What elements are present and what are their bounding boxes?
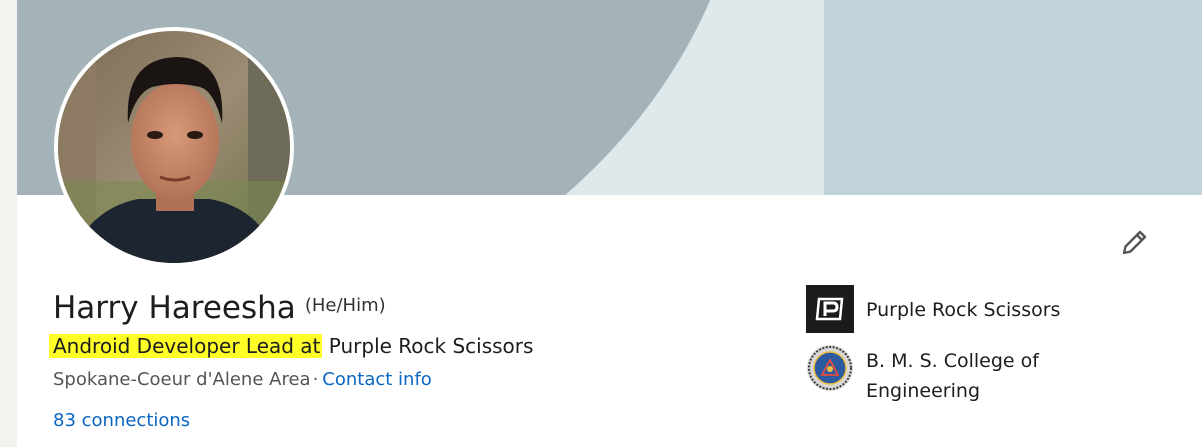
pronouns: (He/Him) xyxy=(304,295,386,316)
location-line: Spokane-Coeur d'Alene Area · Contact info xyxy=(53,369,432,390)
org-name: Purple Rock Scissors xyxy=(866,299,1061,321)
separator: · xyxy=(312,369,319,390)
connections-link[interactable]: 83 connections xyxy=(53,410,190,431)
name-line: Harry Hareesha (He/Him) xyxy=(53,290,386,326)
org-name: B. M. S. College of Engineering xyxy=(866,350,1039,402)
org-item-bms-college[interactable]: B. M. S. College of Engineering xyxy=(806,344,1066,406)
profile-photo[interactable] xyxy=(54,27,294,267)
location: Spokane-Coeur d'Alene Area xyxy=(53,369,311,390)
avatar xyxy=(58,31,290,263)
contact-info-link[interactable]: Contact info xyxy=(322,369,432,390)
headline: Android Developer Lead at Purple Rock Sc… xyxy=(49,334,533,358)
connections-link-wrap: 83 connections xyxy=(53,410,190,431)
org-item-purple-rock-scissors[interactable]: Purple Rock Scissors xyxy=(806,285,1060,333)
purple-rock-scissors-logo xyxy=(806,285,854,333)
bms-college-seal xyxy=(807,345,853,391)
headline-company: Purple Rock Scissors xyxy=(322,334,534,358)
profile-name: Harry Hareesha xyxy=(53,290,296,326)
edit-intro-button[interactable] xyxy=(1117,224,1153,260)
headline-highlight: Android Developer Lead at xyxy=(49,334,323,358)
profile-card: Harry Hareesha (He/Him) Android Develope… xyxy=(17,0,1202,447)
pencil-icon xyxy=(1122,230,1147,255)
